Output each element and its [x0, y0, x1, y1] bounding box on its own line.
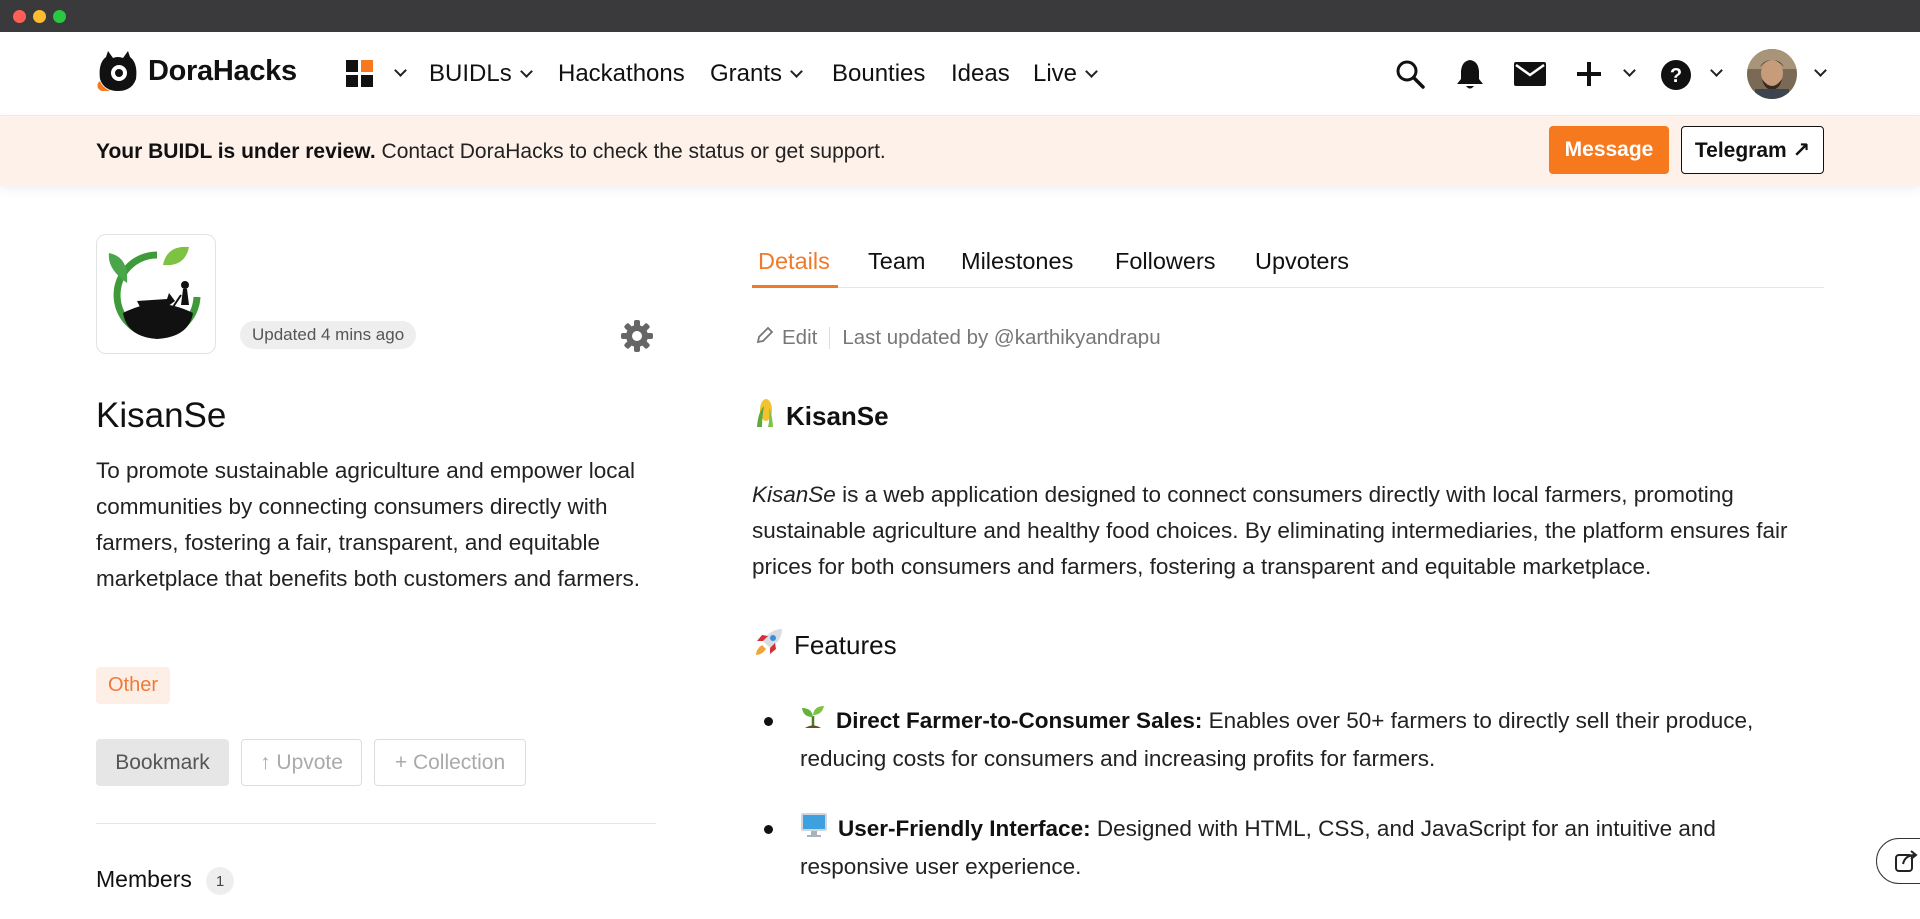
dorahacks-logo-icon — [96, 49, 140, 93]
nav-item-label: Live — [1033, 60, 1078, 87]
pencil-icon[interactable] — [756, 326, 774, 350]
members-count-badge: 1 — [206, 867, 234, 895]
project-tabs: Details Team Milestones Followers Upvote… — [752, 238, 1824, 288]
tab-details[interactable]: Details — [758, 248, 830, 275]
readme-heading: KisanSe — [754, 398, 889, 435]
intro-text: is a web application designed to connect… — [752, 482, 1788, 579]
features-heading-text: Features — [794, 630, 897, 660]
category-tag[interactable]: Other — [96, 667, 171, 704]
plus-icon[interactable] — [1577, 62, 1601, 91]
chevron-down-icon — [519, 64, 533, 78]
nav-item-bounties[interactable]: Bounties — [832, 60, 925, 88]
list-bullet — [764, 717, 773, 726]
maximize-window-button[interactable] — [53, 10, 66, 23]
intro-project-name: KisanSe — [752, 482, 836, 507]
chevron-down-icon[interactable] — [394, 64, 407, 77]
corn-icon — [754, 398, 776, 435]
telegram-button[interactable]: Telegram ↗ — [1681, 126, 1824, 174]
tab-upvoters[interactable]: Upvoters — [1255, 248, 1349, 275]
chevron-down-icon[interactable] — [1710, 64, 1723, 77]
chevron-down-icon[interactable] — [1814, 64, 1827, 77]
review-banner: Your BUIDL is under review. Contact Dora… — [0, 116, 1920, 186]
mail-icon[interactable] — [1514, 62, 1546, 91]
edit-link[interactable]: Edit — [782, 326, 817, 350]
dorahacks-logo[interactable]: DoraHacks — [96, 49, 297, 93]
avatar[interactable] — [1747, 49, 1797, 104]
seedling-icon — [800, 704, 826, 741]
banner-message: Your BUIDL is under review. Contact Dora… — [96, 140, 886, 164]
share-icon — [1895, 850, 1919, 877]
chevron-down-icon[interactable] — [1623, 64, 1636, 77]
nav-item-ideas[interactable]: Ideas — [951, 60, 1010, 88]
nav-item-label: Bounties — [832, 60, 926, 87]
share-button[interactable] — [1876, 838, 1920, 884]
add-collection-button[interactable]: + Collection — [374, 739, 526, 786]
last-updated-text: Last updated by @karthikyandrapu — [842, 326, 1161, 349]
project-title: KisanSe — [96, 396, 227, 435]
project-logo — [96, 234, 216, 354]
banner-strong-text: Your BUIDL is under review. — [96, 140, 376, 163]
readme-intro: KisanSe is a web application designed to… — [752, 477, 1824, 585]
rocket-icon — [754, 627, 784, 664]
nav-item-label: Grants — [710, 60, 783, 87]
tab-team[interactable]: Team — [868, 248, 925, 275]
list-item: User-Friendly Interface: Designed with H… — [800, 811, 1830, 885]
feature-title: User-Friendly Interface: — [838, 816, 1091, 841]
svg-text:?: ? — [1670, 65, 1682, 87]
window-titlebar — [0, 0, 1920, 32]
list-bullet — [764, 825, 773, 834]
top-navbar: DoraHacks BUIDLs Hackathons Grants Bount… — [0, 32, 1920, 116]
nav-item-hackathons[interactable]: Hackathons — [558, 60, 685, 88]
bell-icon[interactable] — [1456, 58, 1484, 95]
help-icon[interactable]: ? — [1661, 60, 1691, 95]
search-icon[interactable] — [1395, 59, 1425, 94]
list-item: Direct Farmer-to-Consumer Sales: Enables… — [800, 703, 1830, 777]
features-heading: Features — [754, 627, 897, 664]
active-tab-indicator — [752, 285, 838, 288]
feature-title: Direct Farmer-to-Consumer Sales: — [836, 708, 1203, 733]
readme-heading-text: KisanSe — [786, 401, 889, 431]
updated-time-badge: Updated 4 mins ago — [240, 321, 417, 349]
minimize-window-button[interactable] — [33, 10, 46, 23]
chevron-down-icon — [790, 64, 803, 78]
close-window-button[interactable] — [13, 10, 26, 23]
divider — [829, 327, 831, 349]
divider — [96, 823, 656, 824]
nav-item-label: BUIDLs — [429, 60, 512, 87]
project-description: To promote sustainable agriculture and e… — [96, 458, 641, 591]
members-heading: Members — [96, 866, 192, 892]
gear-icon[interactable] — [621, 320, 653, 352]
nav-item-grants[interactable]: Grants — [710, 60, 803, 88]
upvote-button[interactable]: ↑ Upvote — [241, 739, 362, 786]
nav-item-label: Ideas — [951, 60, 1010, 87]
chevron-down-icon — [1085, 64, 1098, 78]
brand-name: DoraHacks — [148, 54, 297, 87]
nav-item-label: Hackathons — [558, 60, 685, 87]
desktop-computer-icon — [800, 812, 828, 849]
tab-followers[interactable]: Followers — [1115, 248, 1216, 275]
bookmark-button[interactable]: Bookmark — [96, 739, 229, 786]
tab-milestones[interactable]: Milestones — [961, 248, 1073, 275]
banner-detail-text: Contact DoraHacks to check the status or… — [375, 140, 886, 163]
edit-row: Edit Last updated by @karthikyandrapu — [756, 326, 1161, 350]
nav-item-live[interactable]: Live — [1033, 60, 1098, 88]
nav-item-buidls[interactable]: BUIDLs — [429, 60, 533, 88]
apps-grid-icon[interactable] — [346, 60, 374, 93]
message-button[interactable]: Message — [1549, 126, 1669, 174]
